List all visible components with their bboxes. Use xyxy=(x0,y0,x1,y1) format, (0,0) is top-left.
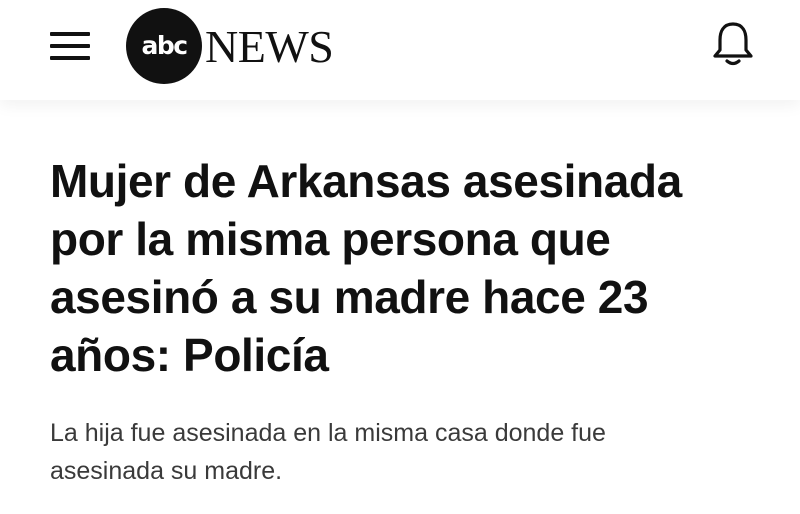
menu-bar-top xyxy=(50,32,90,36)
article-headline[interactable]: Mujer de Arkansas asesinada por la misma… xyxy=(50,152,760,384)
abc-logo-mark: abc xyxy=(126,8,202,84)
bell-icon[interactable] xyxy=(710,18,756,68)
bell-icon-graphic xyxy=(713,22,753,66)
menu-bar-middle xyxy=(50,44,90,48)
abc-news-logo[interactable]: abc NEWS xyxy=(126,8,356,84)
news-logo-wordmark: NEWS xyxy=(205,21,334,72)
hamburger-menu-icon[interactable] xyxy=(48,28,92,64)
article-subheadline: La hija fue asesinada en la misma casa d… xyxy=(50,419,606,485)
top-nav-bar: abc NEWS xyxy=(0,0,800,100)
menu-bar-bottom xyxy=(50,56,90,60)
